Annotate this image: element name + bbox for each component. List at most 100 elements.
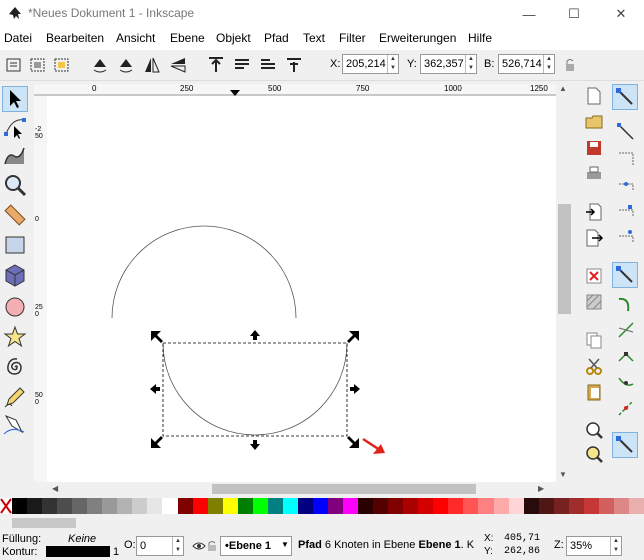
snap-paths-icon[interactable] bbox=[616, 294, 636, 314]
palette-swatch-10[interactable] bbox=[162, 498, 178, 514]
pencil-tool[interactable] bbox=[2, 384, 28, 410]
select-all-icon[interactable] bbox=[4, 55, 24, 75]
menu-text[interactable]: Text bbox=[303, 31, 325, 45]
palette-swatch-16[interactable] bbox=[252, 498, 268, 514]
menu-pfad[interactable]: Pfad bbox=[264, 31, 289, 45]
vertical-scroll-thumb[interactable] bbox=[558, 204, 571, 314]
palette-swatch-41[interactable] bbox=[628, 498, 644, 514]
palette-swatch-20[interactable] bbox=[312, 498, 328, 514]
palette-swatch-9[interactable] bbox=[147, 498, 163, 514]
paste-icon[interactable] bbox=[584, 382, 604, 402]
menu-objekt[interactable]: Objekt bbox=[216, 31, 251, 45]
palette-scrollbar[interactable] bbox=[0, 514, 644, 532]
y-input[interactable]: 362,357 ▲ ▼ bbox=[420, 54, 477, 74]
palette-swatch-36[interactable] bbox=[553, 498, 569, 514]
menu-filter[interactable]: Filter bbox=[339, 31, 366, 45]
menu-datei[interactable]: Datei bbox=[4, 31, 32, 45]
lock-icon[interactable] bbox=[207, 540, 217, 552]
palette-swatch-23[interactable] bbox=[358, 498, 374, 514]
flip-horizontal-icon[interactable] bbox=[142, 55, 162, 75]
open-folder-icon[interactable] bbox=[584, 112, 604, 132]
print-icon[interactable] bbox=[584, 164, 604, 184]
menu-hilfe[interactable]: Hilfe bbox=[468, 31, 492, 45]
delete-icon[interactable] bbox=[584, 266, 604, 286]
menu-ebene[interactable]: Ebene bbox=[170, 31, 205, 45]
deselect-icon[interactable] bbox=[52, 55, 72, 75]
copy-icon[interactable] bbox=[584, 330, 604, 350]
snap-cusp-nodes-icon[interactable] bbox=[616, 346, 636, 366]
palette-swatch-31[interactable] bbox=[478, 498, 494, 514]
rectangle-tool[interactable] bbox=[2, 232, 28, 258]
tweak-tool[interactable] bbox=[2, 142, 28, 168]
palette-swatch-19[interactable] bbox=[297, 498, 313, 514]
snap-bbox-icon[interactable] bbox=[616, 122, 636, 142]
snap-bbox-center-icon[interactable] bbox=[616, 226, 636, 246]
zoom-input[interactable]: 35% ▲ ▼ bbox=[566, 536, 622, 556]
palette-swatch-35[interactable] bbox=[538, 498, 554, 514]
scroll-left-icon[interactable]: ◀ bbox=[52, 484, 58, 493]
fill-value[interactable]: Keine bbox=[68, 533, 96, 545]
palette-swatch-8[interactable] bbox=[132, 498, 148, 514]
stroke-color-swatch[interactable] bbox=[46, 546, 110, 557]
palette-swatch-22[interactable] bbox=[343, 498, 359, 514]
pen-tool[interactable] bbox=[2, 412, 28, 438]
stroke-width-value[interactable]: 1 bbox=[113, 546, 119, 558]
palette-swatch-29[interactable] bbox=[448, 498, 464, 514]
maximize-button[interactable]: ☐ bbox=[551, 0, 597, 28]
lock-proportions-icon[interactable] bbox=[560, 55, 580, 75]
drawing-canvas[interactable] bbox=[47, 96, 556, 482]
horizontal-scrollbar[interactable]: ◀ ▶ bbox=[34, 482, 556, 496]
palette-swatch-33[interactable] bbox=[508, 498, 524, 514]
snap-others-toggle[interactable] bbox=[612, 432, 638, 458]
zoom-tool[interactable] bbox=[2, 172, 28, 198]
palette-swatch-26[interactable] bbox=[403, 498, 419, 514]
palette-swatch-27[interactable] bbox=[418, 498, 434, 514]
flip-vertical-icon[interactable] bbox=[168, 55, 188, 75]
selector-tool[interactable] bbox=[2, 86, 28, 112]
palette-scroll-thumb[interactable] bbox=[12, 518, 76, 528]
scroll-right-icon[interactable]: ▶ bbox=[538, 484, 544, 493]
palette-swatch-21[interactable] bbox=[327, 498, 344, 514]
snap-enable-toggle[interactable] bbox=[612, 84, 638, 110]
export-icon[interactable] bbox=[584, 228, 604, 248]
palette-swatch-13[interactable] bbox=[207, 498, 223, 514]
no-paint-swatch[interactable] bbox=[0, 498, 12, 514]
ellipse-tool[interactable] bbox=[2, 294, 28, 320]
palette-swatch-5[interactable] bbox=[87, 498, 103, 514]
rotate-ccw-icon[interactable] bbox=[90, 55, 110, 75]
palette-swatch-34[interactable] bbox=[523, 498, 539, 514]
snap-midpoints-icon[interactable] bbox=[616, 398, 636, 418]
close-button[interactable]: ✕ bbox=[598, 0, 644, 28]
palette-swatch-25[interactable] bbox=[388, 498, 404, 514]
lower-icon[interactable] bbox=[258, 55, 278, 75]
palette-swatch-6[interactable] bbox=[102, 498, 118, 514]
spiral-tool[interactable] bbox=[2, 354, 28, 380]
palette-swatch-32[interactable] bbox=[493, 498, 509, 514]
opacity-input[interactable]: 0 ▲ ▼ bbox=[136, 536, 184, 556]
snap-nodes-toggle[interactable] bbox=[612, 262, 638, 288]
pattern-icon[interactable] bbox=[584, 292, 604, 312]
snap-bbox-edges-icon[interactable] bbox=[616, 148, 636, 168]
palette-swatch-38[interactable] bbox=[583, 498, 599, 514]
menu-bearbeiten[interactable]: Bearbeiten bbox=[46, 31, 104, 45]
palette-swatch-11[interactable] bbox=[177, 498, 193, 514]
palette-swatch-2[interactable] bbox=[42, 498, 58, 514]
select-all-layers-icon[interactable] bbox=[28, 55, 48, 75]
measure-tool[interactable] bbox=[2, 202, 28, 228]
snap-intersections-icon[interactable] bbox=[616, 320, 636, 340]
3d-box-tool[interactable] bbox=[2, 262, 28, 288]
raise-to-top-icon[interactable] bbox=[206, 55, 226, 75]
rotate-cw-icon[interactable] bbox=[116, 55, 136, 75]
x-input[interactable]: 205,214 ▲ ▼ bbox=[342, 54, 399, 74]
snap-bbox-corners-icon[interactable] bbox=[616, 174, 636, 194]
zoom-drawing-icon[interactable] bbox=[584, 444, 604, 464]
palette-swatch-30[interactable] bbox=[463, 498, 479, 514]
width-input[interactable]: 526,714 ▲ ▼ bbox=[498, 54, 555, 74]
palette-swatch-15[interactable] bbox=[237, 498, 253, 514]
palette-swatch-4[interactable] bbox=[72, 498, 88, 514]
minimize-button[interactable]: — bbox=[506, 0, 552, 28]
palette-swatch-24[interactable] bbox=[373, 498, 389, 514]
new-document-icon[interactable] bbox=[584, 86, 604, 106]
node-tool[interactable] bbox=[2, 114, 28, 140]
palette-swatch-18[interactable] bbox=[282, 498, 298, 514]
